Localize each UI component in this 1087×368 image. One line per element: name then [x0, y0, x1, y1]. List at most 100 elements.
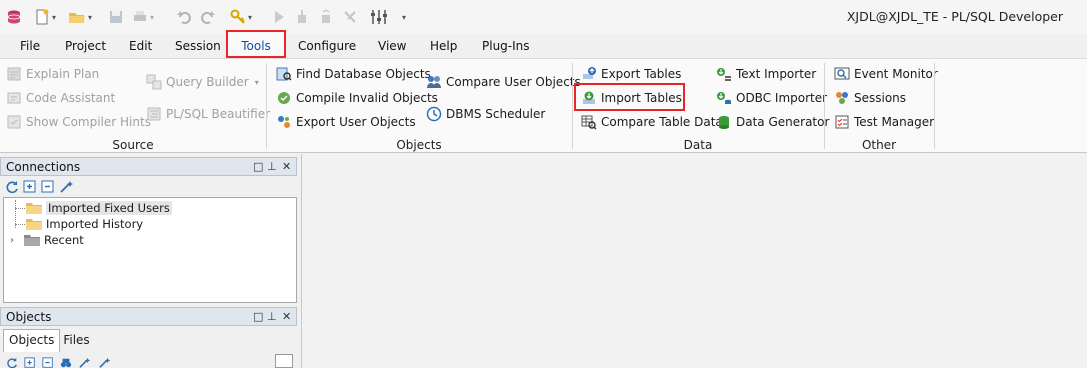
binoculars-icon[interactable] [59, 357, 73, 368]
redo-icon[interactable] [200, 7, 216, 27]
find-database-objects-button[interactable]: Find Database Objects [276, 64, 431, 84]
menu-session[interactable]: Session [175, 39, 221, 53]
code-assistant-label: Code Assistant [26, 91, 116, 105]
folder-icon [26, 219, 42, 230]
query-builder-label: Query Builder [166, 75, 249, 89]
tree-node-label: Recent [44, 233, 84, 247]
maximize-icon[interactable]: □ [253, 310, 263, 323]
text-importer-button[interactable]: Text Importer [716, 64, 816, 84]
menu-view[interactable]: View [378, 39, 406, 53]
objects-filter-box[interactable] [275, 354, 293, 368]
group-label-source: Source [112, 138, 154, 152]
sessions-button[interactable]: Sessions [834, 88, 906, 108]
menu-project[interactable]: Project [65, 39, 106, 53]
tab-files[interactable]: Files [60, 330, 93, 352]
refresh-icon[interactable] [5, 180, 19, 194]
collapse-all-icon[interactable] [41, 357, 55, 368]
data-generator-label: Data Generator [736, 115, 830, 129]
explain-plan-button[interactable]: Explain Plan [6, 64, 99, 84]
print-icon[interactable]: ▾ [132, 7, 154, 27]
expand-all-icon[interactable] [23, 180, 37, 194]
tree-line [15, 208, 25, 209]
objects-toolbar [5, 357, 113, 368]
menu-tools[interactable]: Tools [226, 30, 286, 58]
menu-plug-ins[interactable]: Plug-Ins [482, 39, 530, 53]
code-assistant-icon [7, 92, 21, 104]
key-icon[interactable]: ▾ [230, 7, 252, 27]
chevron-right-icon[interactable]: › [10, 235, 24, 246]
folder-icon [26, 203, 42, 214]
commit-icon[interactable] [318, 7, 334, 27]
connection-wand-icon[interactable] [97, 357, 113, 368]
expand-all-icon[interactable] [23, 357, 37, 368]
query-builder-icon [146, 74, 162, 90]
open-folder-icon[interactable]: ▾ [68, 7, 92, 27]
tree-node[interactable]: Imported History [26, 216, 143, 232]
export-objects-icon [278, 116, 290, 128]
menu-edit[interactable]: Edit [129, 39, 152, 53]
show-compiler-hints-button[interactable]: Show Compiler Hints [6, 112, 151, 132]
test-manager-button[interactable]: Test Manager [834, 112, 934, 132]
compile-invalid-objects-button[interactable]: Compile Invalid Objects [276, 88, 438, 108]
test-manager-icon [835, 115, 849, 129]
step-icon[interactable] [294, 7, 310, 27]
compile-icon [278, 92, 290, 104]
menu-bar: File Project Edit Session Configure View… [0, 34, 1087, 58]
customize-caret-icon[interactable]: ▾ [400, 7, 406, 27]
menu-configure[interactable]: Configure [298, 39, 356, 53]
tree-node[interactable]: Imported Fixed Users [26, 200, 172, 216]
find-database-objects-label: Find Database Objects [296, 67, 431, 81]
save-icon[interactable] [108, 7, 124, 27]
export-user-objects-button[interactable]: Export User Objects [276, 112, 416, 132]
event-monitor-button[interactable]: Event Monitor [834, 64, 938, 84]
tab-objects[interactable]: Objects [3, 329, 61, 352]
group-separator [824, 63, 825, 149]
sessions-label: Sessions [854, 91, 907, 105]
compare-user-objects-button[interactable]: Compare User Objects [426, 72, 581, 92]
refresh-icon[interactable] [5, 357, 19, 368]
group-separator [572, 63, 573, 149]
new-file-icon[interactable]: ▾ [34, 7, 56, 27]
sliders-icon[interactable] [370, 7, 388, 27]
run-icon[interactable] [272, 7, 286, 27]
close-icon[interactable]: ✕ [282, 160, 291, 173]
menu-file[interactable]: File [20, 39, 40, 53]
database-icon[interactable] [6, 7, 22, 27]
tree-node[interactable]: › Recent [8, 232, 84, 248]
maximize-icon[interactable]: □ [253, 160, 263, 173]
group-label-other: Other [861, 138, 897, 152]
close-icon[interactable]: ✕ [282, 310, 291, 323]
export-user-objects-label: Export User Objects [296, 115, 416, 129]
connection-wand-icon[interactable] [59, 180, 75, 194]
explain-plan-icon [7, 67, 21, 81]
query-builder-caret-icon[interactable]: ▾ [255, 78, 259, 87]
odbc-importer-label: ODBC Importer [736, 91, 828, 105]
compare-table-data-button[interactable]: Compare Table Data [581, 112, 723, 132]
objects-panel-header: Objects □ ⊥ ✕ [0, 307, 297, 326]
event-monitor-icon [834, 67, 850, 80]
sessions-icon [836, 92, 848, 104]
event-monitor-label: Event Monitor [854, 67, 938, 81]
rollback-icon[interactable] [342, 7, 358, 27]
window-title: XJDL@XJDL_TE - PL/SQL Developer [846, 9, 1063, 24]
title-bar: ▾ ▾ ▾ ▾ ▾ XJDL@XJDL_TE - PL/SQL Develope… [0, 0, 1087, 34]
query-builder-button[interactable]: Query Builder ▾ [146, 72, 259, 92]
undo-icon[interactable] [176, 7, 192, 27]
odbc-importer-button[interactable]: ODBC Importer [716, 88, 827, 108]
plsql-beautifier-button[interactable]: PL/SQL Beautifier [146, 104, 270, 124]
test-manager-label: Test Manager [854, 115, 935, 129]
compare-table-data-label: Compare Table Data [601, 115, 723, 129]
menu-help[interactable]: Help [430, 39, 457, 53]
find-objects-icon [276, 67, 292, 81]
data-generator-button[interactable]: Data Generator [716, 112, 829, 132]
code-assistant-button[interactable]: Code Assistant [6, 88, 115, 108]
export-tables-button[interactable]: Export Tables [581, 64, 681, 84]
group-separator [934, 63, 935, 149]
pin-icon[interactable]: ⊥ [267, 310, 277, 323]
dbms-scheduler-button[interactable]: DBMS Scheduler [426, 104, 545, 124]
collapse-all-icon[interactable] [41, 180, 55, 194]
text-importer-label: Text Importer [736, 67, 817, 81]
pin-icon[interactable]: ⊥ [267, 160, 277, 173]
filter-wand-icon[interactable] [77, 357, 93, 368]
connections-toolbar [5, 180, 75, 194]
